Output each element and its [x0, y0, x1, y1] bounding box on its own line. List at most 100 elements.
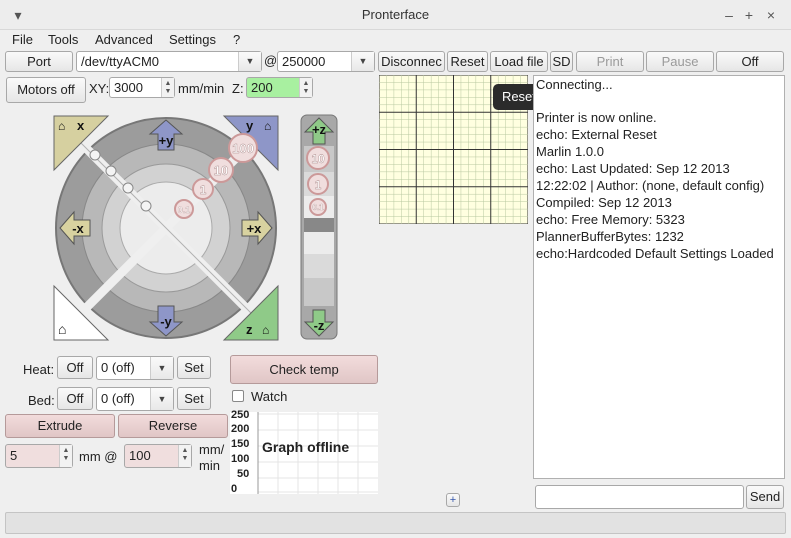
load-file-button[interactable]: Load file	[490, 51, 548, 72]
log-panel[interactable]: Connecting... Printer is now online. ech…	[533, 75, 785, 479]
home-icon: ⌂	[262, 323, 269, 337]
xy-jog-control[interactable]: ⌂ x y ⌂ z ⌂ ⌂ +y -y -x +x 100 10 1 0.1	[50, 112, 282, 344]
temp-graph: 250 200 150 100 50 0 Graph offline	[230, 409, 378, 495]
graph-ytick: 200	[231, 423, 250, 435]
window-title: Pronterface	[361, 7, 430, 22]
z-step-1-down[interactable]	[304, 254, 334, 278]
log-line: Connecting...	[536, 77, 613, 92]
minus-z-label: -z	[314, 318, 325, 333]
xy-label: XY:	[89, 81, 110, 96]
z-step-label-10: 10	[311, 152, 325, 166]
baud-value: 250000	[282, 54, 326, 69]
pause-button[interactable]: Pause	[646, 51, 714, 72]
menu-tools[interactable]: Tools	[48, 30, 78, 50]
chevron-down-icon: ▼	[150, 388, 173, 410]
home-y-label: y	[246, 118, 254, 133]
chevron-down-icon: ▼	[238, 52, 261, 71]
watch-checkbox[interactable]	[232, 390, 244, 402]
minus-y-label: -y	[160, 314, 172, 329]
xy-speed-value: 3000	[114, 80, 143, 95]
home-icon: ⌂	[58, 321, 66, 337]
heat-set-button[interactable]: Set	[177, 356, 211, 379]
graph-ytick: 100	[231, 453, 250, 465]
plus-z-label: +z	[312, 122, 327, 137]
home-icon: ⌂	[58, 119, 65, 133]
motors-off-button[interactable]: Motors off	[6, 77, 86, 103]
menu-settings[interactable]: Settings	[169, 30, 216, 50]
menu-file[interactable]: File	[12, 30, 33, 50]
z-step-10-down[interactable]	[304, 278, 334, 306]
step-label-1: 1	[200, 183, 207, 197]
disconnect-button[interactable]: Disconnec	[378, 51, 445, 72]
home-icon: ⌂	[264, 119, 271, 133]
step-label-0-1: 0.1	[178, 205, 191, 215]
extrude-speed-input[interactable]: 100 ▲ ▼	[124, 444, 192, 468]
chevron-down-icon: ▼	[150, 357, 173, 379]
extrude-length-value: 5	[10, 448, 18, 463]
heat-off-button[interactable]: Off	[57, 356, 93, 379]
speed-unit-line1: mm/	[199, 442, 225, 457]
maximize-icon[interactable]: +	[740, 5, 758, 25]
status-bar	[5, 512, 786, 534]
send-button[interactable]: Send	[746, 485, 784, 509]
bed-set-button[interactable]: Set	[177, 387, 211, 410]
bed-temp-value: 0 (off)	[101, 391, 135, 406]
extrude-speed-value: 100	[129, 448, 151, 463]
close-icon[interactable]: ×	[762, 5, 780, 25]
spin-arrows-icon: ▲ ▼	[299, 78, 312, 97]
window-menu-icon[interactable]: ▾	[9, 5, 27, 25]
mm-at-label: mm @	[79, 449, 118, 464]
z-speed-input[interactable]: 200 ▲ ▼	[246, 77, 313, 98]
heat-temp-select[interactable]: 0 (off) ▼	[96, 356, 174, 380]
log-line: Compiled: Sep 12 2013	[536, 195, 672, 210]
bed-label: Bed:	[28, 393, 55, 408]
watch-label: Watch	[251, 389, 288, 404]
mm-min-label: mm/min	[178, 81, 225, 96]
sd-button[interactable]: SD	[550, 51, 573, 72]
baud-select[interactable]: 250000 ▼	[277, 51, 375, 72]
chevron-down-icon: ▼	[351, 52, 374, 71]
z-step-label-1: 1	[315, 178, 322, 192]
check-temp-button[interactable]: Check temp	[230, 355, 378, 384]
print-button[interactable]: Print	[576, 51, 644, 72]
spin-arrows-icon: ▲ ▼	[59, 445, 72, 467]
spin-arrows-icon: ▲ ▼	[178, 445, 191, 467]
graph-ytick: 150	[231, 438, 250, 450]
log-line: echo:Hardcoded Default Settings Loaded	[536, 246, 774, 261]
menu-help[interactable]: ?	[233, 30, 240, 50]
plus-y-label: +y	[159, 133, 175, 148]
z-jog-control[interactable]: +z -z 10 1 0.1	[300, 114, 338, 340]
home-z-label: z	[246, 322, 253, 337]
bed-temp-select[interactable]: 0 (off) ▼	[96, 387, 174, 411]
z-label: Z:	[232, 81, 244, 96]
port-value: /dev/ttyACM0	[81, 54, 160, 69]
bed-off-button[interactable]: Off	[57, 387, 93, 410]
reverse-button[interactable]: Reverse	[118, 414, 228, 438]
step-label-100: 100	[232, 141, 254, 156]
heat-temp-value: 0 (off)	[101, 360, 135, 375]
port-button[interactable]: Port	[5, 51, 73, 72]
z-center	[304, 218, 334, 232]
plus-x-label: +x	[247, 221, 263, 236]
port-select[interactable]: /dev/ttyACM0 ▼	[76, 51, 262, 72]
reset-button[interactable]: Reset	[447, 51, 488, 72]
extrude-length-input[interactable]: 5 ▲ ▼	[5, 444, 73, 468]
speed-unit-line2: min	[199, 458, 220, 473]
heat-label: Heat:	[23, 362, 55, 377]
home-x-label: x	[77, 118, 85, 133]
menu-advanced[interactable]: Advanced	[95, 30, 153, 50]
log-line: Marlin 1.0.0	[536, 144, 604, 159]
z-step-0-1-down[interactable]	[304, 232, 334, 254]
log-line: PlannerBufferBytes: 1232	[536, 229, 684, 244]
add-icon[interactable]: +	[446, 493, 460, 507]
extrude-button[interactable]: Extrude	[5, 414, 115, 438]
off-button[interactable]: Off	[716, 51, 784, 72]
at-label: @	[264, 53, 278, 68]
minimize-icon[interactable]: –	[720, 5, 738, 25]
command-input[interactable]	[535, 485, 744, 509]
graph-offline-message: Graph offline	[262, 439, 350, 455]
xy-speed-input[interactable]: 3000 ▲ ▼	[109, 77, 175, 98]
log-line: echo: Free Memory: 5323	[536, 212, 685, 227]
spin-arrows-icon: ▲ ▼	[161, 78, 174, 97]
graph-ytick: 0	[231, 483, 238, 495]
